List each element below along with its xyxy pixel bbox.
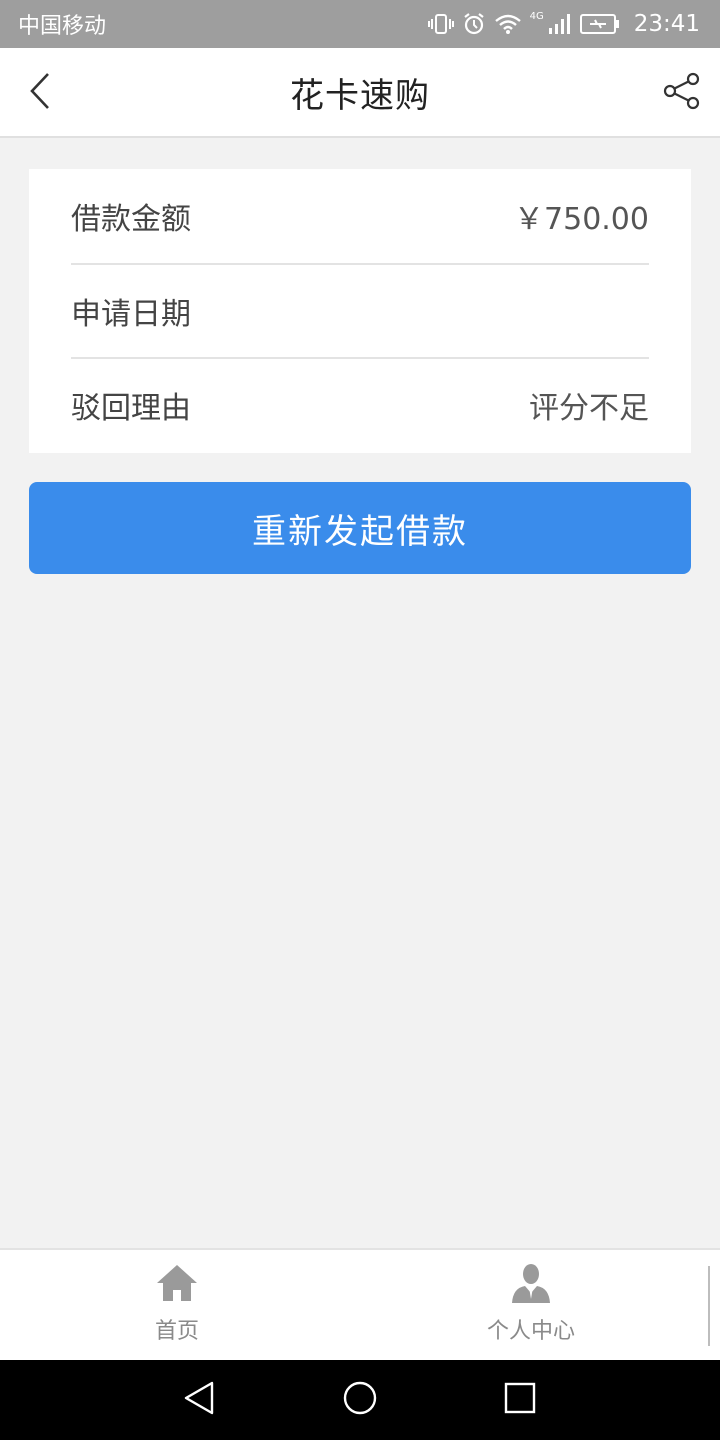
loan-info-card: 借款金额 ￥750.00 申请日期 驳回理由 评分不足 xyxy=(29,169,691,453)
nav-home-button[interactable] xyxy=(338,1378,382,1422)
battery-charging-icon xyxy=(579,13,620,35)
nav-back-button[interactable] xyxy=(178,1378,222,1422)
user-icon xyxy=(510,1263,552,1309)
tab-home[interactable]: 首页 xyxy=(52,1250,302,1360)
carrier-label: 中国移动 xyxy=(18,14,107,39)
nav-recent-button[interactable] xyxy=(498,1378,542,1422)
tab-profile[interactable]: 个人中心 xyxy=(406,1250,656,1360)
system-nav-bar xyxy=(0,1360,720,1440)
vibrate-icon xyxy=(427,13,454,35)
signal-icon xyxy=(548,13,572,35)
home-icon xyxy=(155,1263,199,1309)
back-button[interactable] xyxy=(22,70,58,116)
apply-date-label: 申请日期 xyxy=(71,297,191,332)
nav-home-icon xyxy=(342,1380,378,1420)
reject-reason-label: 驳回理由 xyxy=(71,391,191,426)
network-type-label: 4G xyxy=(529,10,544,22)
status-time: 23:41 xyxy=(633,11,700,37)
loan-amount-label: 借款金额 xyxy=(71,202,191,237)
status-icons: 4G 23:41 xyxy=(427,10,700,37)
page-title: 花卡速购 xyxy=(290,75,430,116)
apply-date-row: 申请日期 xyxy=(71,264,649,358)
wifi-icon xyxy=(494,13,522,35)
reject-reason-row: 驳回理由 评分不足 xyxy=(71,358,649,452)
share-icon xyxy=(662,71,702,115)
status-bar: 中国移动 4G 23:41 xyxy=(0,0,720,48)
app-header: 花卡速购 xyxy=(0,48,720,138)
alarm-icon xyxy=(462,12,486,36)
loan-amount-row: 借款金额 ￥750.00 xyxy=(71,169,649,263)
chevron-left-icon xyxy=(28,71,52,115)
loan-amount-value: ￥750.00 xyxy=(514,202,649,237)
nav-recent-icon xyxy=(503,1381,537,1419)
bottom-tab-bar: 首页 个人中心 xyxy=(0,1248,720,1360)
tab-home-label: 首页 xyxy=(154,1319,199,1344)
tab-profile-label: 个人中心 xyxy=(486,1319,575,1344)
nav-back-icon xyxy=(182,1380,218,1420)
scrollbar-edge xyxy=(708,1266,710,1346)
relaunch-loan-button[interactable]: 重新发起借款 xyxy=(29,482,691,574)
share-button[interactable] xyxy=(660,70,704,116)
reject-reason-value: 评分不足 xyxy=(529,391,649,426)
